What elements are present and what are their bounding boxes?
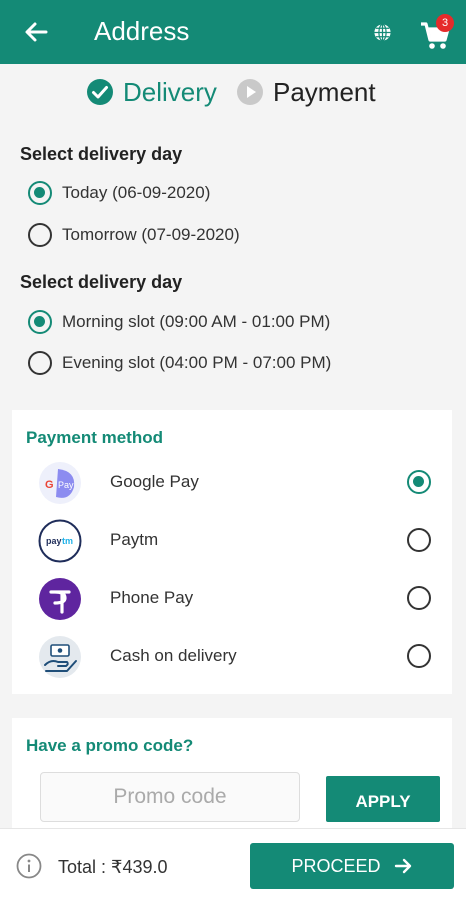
radio-selected[interactable] — [28, 181, 52, 205]
proceed-label: PROCEED — [291, 855, 381, 876]
cart-count-badge: 3 — [436, 14, 454, 32]
delivery-day-option-today[interactable]: Today (06-09-2020) — [28, 180, 210, 206]
cash-on-delivery-icon — [39, 636, 81, 678]
payment-option-label: Paytm — [110, 530, 159, 549]
payment-method-title: Payment method — [26, 428, 163, 447]
check-circle-icon — [87, 79, 113, 105]
promo-code-input[interactable]: Promo code — [40, 772, 300, 822]
delivery-day-title: Select delivery day — [20, 144, 183, 164]
option-label: Today (06-09-2020) — [62, 183, 211, 202]
option-label: Evening slot (04:00 PM - 07:00 PM) — [62, 353, 332, 372]
back-arrow-icon[interactable] — [22, 18, 50, 46]
radio-unselected[interactable] — [407, 528, 431, 552]
delivery-slot-option-morning[interactable]: Morning slot (09:00 AM - 01:00 PM) — [28, 309, 330, 335]
svg-text:G: G — [45, 479, 54, 491]
svg-text:pay: pay — [46, 536, 62, 546]
option-label: Morning slot (09:00 AM - 01:00 PM) — [62, 312, 331, 331]
info-icon[interactable] — [16, 853, 42, 879]
delivery-day-option-tomorrow[interactable]: Tomorrow (07-09-2020) — [28, 222, 240, 248]
svg-text:tm: tm — [62, 536, 73, 546]
payment-option-label: Google Pay — [110, 472, 199, 491]
step-delivery[interactable]: Delivery — [123, 76, 217, 108]
step-payment[interactable]: Payment — [273, 76, 376, 108]
payment-method-card: Payment method G Pay Google Pay pay tm P… — [12, 410, 452, 694]
google-pay-icon: G Pay — [39, 462, 81, 504]
payment-option-label: Cash on delivery — [110, 646, 237, 665]
proceed-button[interactable]: PROCEED — [250, 843, 454, 889]
radio-unselected[interactable] — [407, 644, 431, 668]
phonepe-icon — [39, 578, 81, 620]
page-title: Address — [94, 16, 190, 46]
radio-unselected[interactable] — [28, 351, 52, 375]
app-bar: Address 3 — [0, 0, 466, 64]
radio-selected[interactable] — [407, 470, 431, 494]
bottom-bar: Total : ₹439.0 PROCEED — [0, 828, 466, 900]
payment-option-label: Phone Pay — [110, 588, 194, 607]
arrow-right-icon — [394, 858, 411, 874]
radio-unselected[interactable] — [28, 223, 52, 247]
radio-selected[interactable] — [28, 310, 52, 334]
payment-option-google-pay[interactable]: G Pay Google Pay — [12, 458, 452, 508]
radio-unselected[interactable] — [407, 586, 431, 610]
total-amount: Total : ₹439.0 — [58, 857, 168, 877]
globe-icon[interactable] — [373, 23, 392, 42]
paytm-icon: pay tm — [38, 519, 82, 563]
promo-card: Have a promo code? Promo code APPLY — [12, 718, 452, 828]
svg-text:Pay: Pay — [58, 480, 74, 490]
checkout-steps: Delivery Payment — [0, 76, 466, 110]
payment-option-phone-pay[interactable]: Phone Pay — [12, 574, 452, 624]
delivery-slot-title: Select delivery day — [20, 272, 183, 292]
promo-title: Have a promo code? — [26, 736, 194, 755]
payment-option-cash-on-delivery[interactable]: Cash on delivery — [12, 632, 452, 682]
delivery-slot-option-evening[interactable]: Evening slot (04:00 PM - 07:00 PM) — [28, 350, 331, 376]
play-circle-icon — [237, 79, 263, 105]
option-label: Tomorrow (07-09-2020) — [62, 225, 240, 244]
apply-button[interactable]: APPLY — [326, 776, 440, 822]
payment-option-paytm[interactable]: pay tm Paytm — [12, 516, 452, 566]
